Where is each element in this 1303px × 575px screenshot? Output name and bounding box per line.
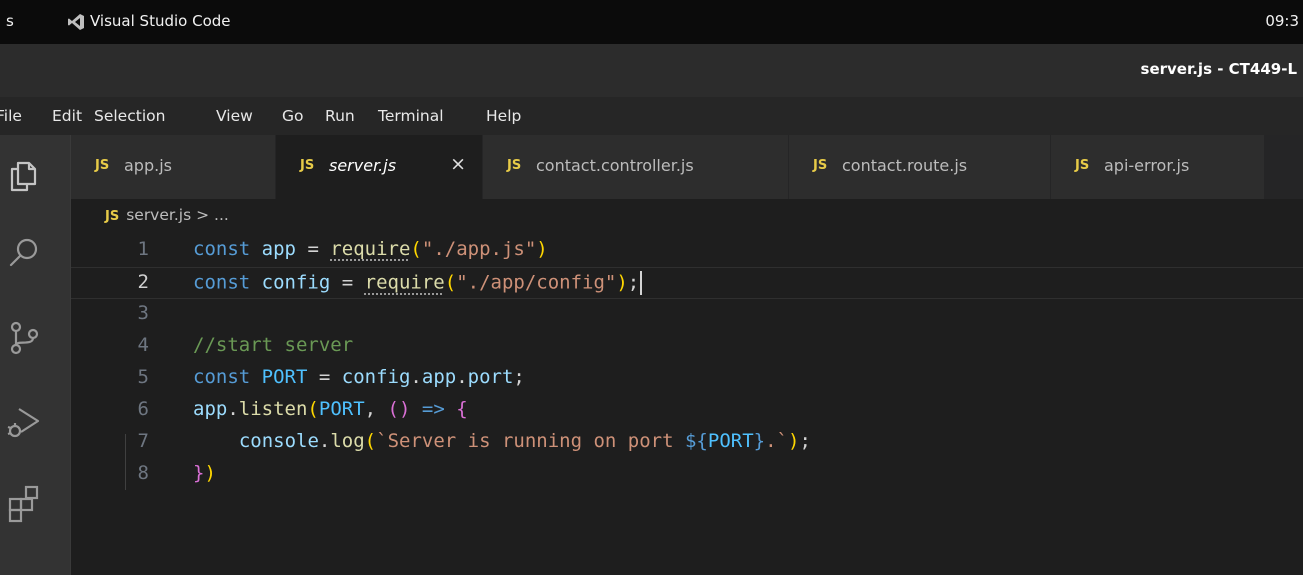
breadcrumb-symbols[interactable]: ... [214,206,229,224]
menu-view[interactable]: View [216,107,253,125]
line-number: 1 [137,238,149,260]
window-title: server.js - CT449-L [1140,60,1297,78]
line-number: 5 [137,366,149,388]
code-text: }) [193,462,216,484]
system-top-bar: s Visual Studio Code 09:3 [0,0,1303,44]
tab-app-js[interactable]: JS app.js [71,135,276,199]
tab-label: contact.controller.js [536,156,694,175]
js-file-icon: JS [507,158,522,173]
explorer-icon[interactable] [4,155,44,195]
breadcrumb[interactable]: JS server.js > ... [105,206,229,224]
chevron-right-icon: > [196,206,210,224]
menu-bar: File Edit Selection View Go Run Terminal… [0,97,1303,135]
menu-file[interactable]: File [0,107,22,125]
source-control-icon[interactable] [4,318,44,358]
activity-bar [0,135,71,575]
menu-selection[interactable]: Selection [94,107,165,125]
code-line[interactable]: 8}) [71,459,1303,491]
vscode-icon [67,13,85,31]
close-icon[interactable]: × [450,153,466,175]
line-number: 3 [137,302,149,324]
code-line[interactable]: 6 app.listen(PORT, () => { [71,395,1303,427]
tab-label: api-error.js [1104,156,1190,175]
menu-edit[interactable]: Edit [52,107,82,125]
search-icon[interactable] [4,233,44,273]
js-file-icon: JS [95,158,110,173]
js-file-icon: JS [1075,158,1090,173]
run-debug-icon[interactable] [4,401,44,441]
code-text: //start server [193,334,354,356]
code-text: app.listen(PORT, () => { [193,398,468,420]
clock[interactable]: 09:3 [1265,12,1299,30]
window-title-bar[interactable]: server.js - CT449-L [0,44,1303,97]
menu-go[interactable]: Go [282,107,304,125]
tab-server-js[interactable]: JS server.js × [276,135,483,199]
line-number: 7 [137,430,149,452]
js-file-icon: JS [300,158,315,173]
code-line[interactable]: 5 const PORT = config.app.port; [71,363,1303,395]
code-editor[interactable]: 1 const app = require("./app.js") 2 const c… [71,232,1303,575]
tab-label: contact.route.js [842,156,968,175]
tab-label: server.js [329,156,397,175]
code-line[interactable]: 4 //start server [71,331,1303,363]
line-number: 4 [137,334,149,356]
tab-api-error-js[interactable]: JS api-error.js [1051,135,1265,199]
js-file-icon: JS [105,209,120,224]
tab-contact-route-js[interactable]: JS contact.route.js [789,135,1051,199]
code-text: const app = require("./app.js") [193,238,548,260]
breadcrumb-file[interactable]: server.js [126,206,191,224]
code-text: const config = require("./app/config"); [193,271,643,295]
code-line[interactable]: 1 const app = require("./app.js") [71,235,1303,267]
line-number: 2 [137,271,149,293]
code-line[interactable]: 2 const config = require("./app/config"); [71,267,1303,299]
line-number: 8 [137,462,149,484]
tab-contact-controller-js[interactable]: JS contact.controller.js [483,135,789,199]
menu-help[interactable]: Help [486,107,521,125]
code-line[interactable]: 7 console.log(`Server is running on port… [71,427,1303,459]
text-cursor [640,271,643,295]
editor-tab-bar: JS app.js JS server.js × JS contact.cont… [71,135,1303,199]
tab-label: app.js [124,156,172,175]
indent-guide [125,434,126,490]
menu-run[interactable]: Run [325,107,355,125]
js-file-icon: JS [813,158,828,173]
code-text: const PORT = config.app.port; [193,366,525,388]
activities-button[interactable]: s [6,12,14,30]
line-number: 6 [137,398,149,420]
code-text: console.log(`Server is running on port $… [238,430,811,452]
app-menu[interactable]: Visual Studio Code [90,12,231,30]
extensions-icon[interactable] [4,483,44,523]
code-line[interactable]: 3 [71,299,1303,331]
menu-terminal[interactable]: Terminal [378,107,444,125]
